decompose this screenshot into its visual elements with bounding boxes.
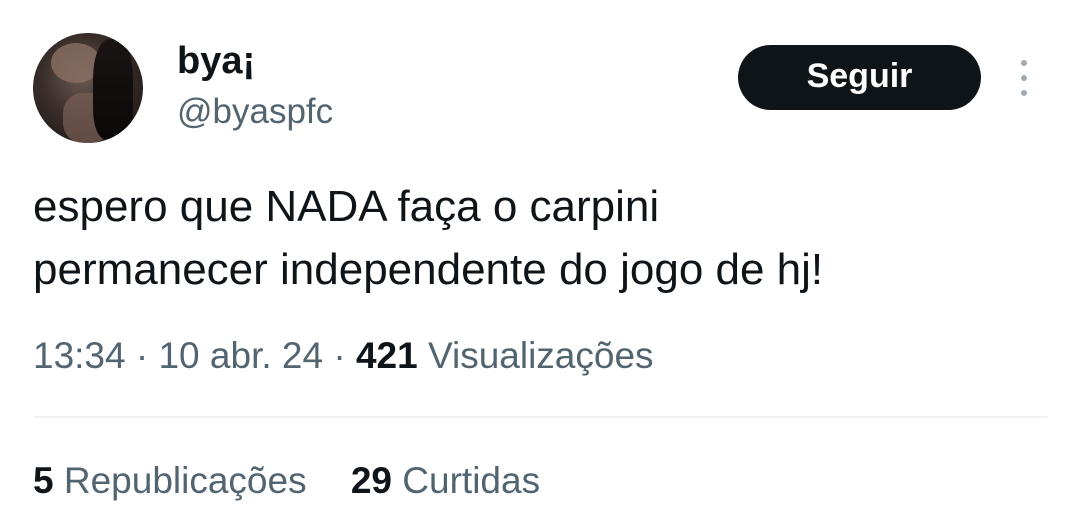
likes-label: Curtidas [402, 460, 541, 501]
more-dot [1021, 75, 1027, 81]
engagement-stats: 5 Republicações 29 Curtidas [33, 460, 540, 502]
meta-separator: · [135, 335, 149, 376]
more-dot [1021, 60, 1027, 66]
tweet-line: permanecer independente do jogo de hj! [33, 245, 824, 294]
tweet-meta: 13:34 · 10 abr. 24 · 421 Visualizações [33, 335, 654, 377]
tweet-text: espero que NADA faça o carpini permanece… [33, 175, 1033, 301]
reposts-label: Republicações [63, 460, 307, 501]
author-avatar[interactable] [33, 33, 143, 143]
more-vertical-icon[interactable] [1016, 60, 1032, 96]
meta-separator: · [333, 335, 346, 376]
views-label: Visualizações [427, 335, 654, 376]
more-dot [1021, 90, 1027, 96]
divider [33, 416, 1048, 418]
reposts-stat[interactable]: 5 Republicações [33, 460, 307, 502]
tweet-date[interactable]: 10 abr. 24 [158, 335, 323, 376]
likes-stat[interactable]: 29 Curtidas [351, 460, 540, 502]
tweet-time[interactable]: 13:34 [33, 335, 126, 376]
likes-count: 29 [350, 460, 393, 501]
avatar-hair [93, 39, 133, 139]
tweet-line: espero que NADA faça o carpini [33, 182, 660, 231]
author-handle[interactable]: @byaspfc [177, 92, 333, 132]
reposts-count: 5 [33, 460, 54, 501]
views-count: 421 [355, 335, 418, 376]
author-display-name[interactable]: bya¡ [177, 40, 255, 83]
follow-button[interactable]: Seguir [738, 45, 981, 110]
